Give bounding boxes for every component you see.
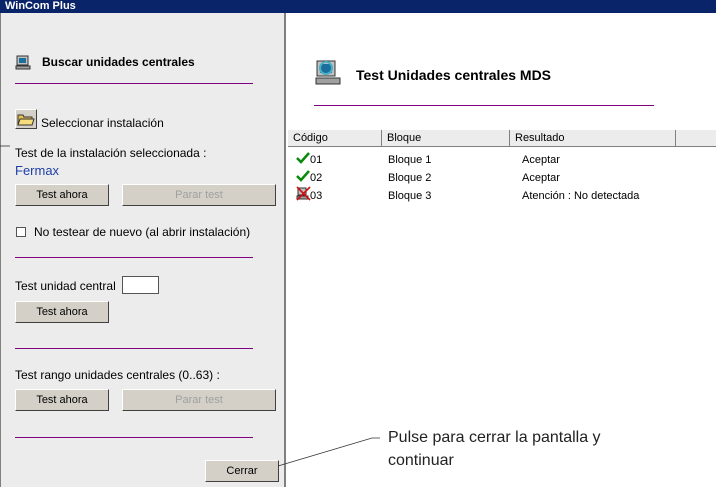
- annotation-line-2: continuar: [388, 452, 454, 469]
- column-header-empty: [676, 130, 716, 147]
- no-retest-checkbox[interactable]: [16, 227, 26, 237]
- divider: [15, 257, 253, 258]
- test-unit-input[interactable]: [122, 276, 159, 294]
- row-code: 01: [310, 154, 323, 166]
- stop-test-button[interactable]: Parar test: [122, 184, 276, 206]
- title-underline: [314, 105, 654, 106]
- test-range-now-button[interactable]: Test ahora: [15, 389, 109, 411]
- row-block: Bloque 2: [388, 172, 432, 184]
- test-range-label: Test rango unidades centrales (0..63) :: [15, 368, 220, 382]
- test-now-button[interactable]: Test ahora: [15, 184, 109, 206]
- divider: [15, 348, 253, 349]
- window-title: WinCom Plus: [5, 0, 76, 12]
- stop-range-test-button[interactable]: Parar test: [122, 389, 276, 411]
- row-result: Atención : No detectada: [522, 190, 640, 202]
- check-icon: [296, 169, 310, 186]
- title-bar: WinCom Plus: [0, 0, 716, 13]
- column-header-result[interactable]: Resultado: [510, 130, 676, 147]
- right-panel: Test Unidades centrales MDS Código Bloqu…: [288, 13, 716, 487]
- divider: [15, 83, 253, 84]
- left-panel: Buscar unidades centrales Seleccionar in…: [0, 13, 286, 487]
- computer-test-icon: [314, 58, 344, 91]
- row-block: Bloque 1: [388, 154, 432, 166]
- no-retest-label: No testear de nuevo (al abrir instalació…: [34, 225, 251, 239]
- divider: [15, 437, 253, 438]
- column-header-block[interactable]: Bloque: [382, 130, 510, 147]
- test-selected-label: Test de la instalación seleccionada :: [15, 146, 207, 160]
- test-unit-label: Test unidad central: [15, 279, 116, 293]
- row-block: Bloque 3: [388, 190, 432, 202]
- row-code: 03: [310, 190, 323, 202]
- annotation-line-1: Pulse para cerrar la pantalla y: [388, 429, 601, 446]
- installation-name: Fermax: [15, 163, 60, 178]
- error-icon: [296, 186, 311, 204]
- test-unit-now-button[interactable]: Test ahora: [15, 301, 109, 323]
- row-result: Aceptar: [522, 154, 560, 166]
- check-icon: [296, 151, 310, 168]
- column-header-code[interactable]: Código: [288, 130, 382, 147]
- close-button[interactable]: Cerrar: [205, 460, 279, 482]
- open-folder-icon[interactable]: [15, 109, 37, 129]
- row-result: Aceptar: [522, 172, 560, 184]
- select-installation-label[interactable]: Seleccionar instalación: [41, 116, 164, 130]
- search-title: Buscar unidades centrales: [42, 55, 195, 69]
- row-code: 02: [310, 172, 323, 184]
- computer-search-icon: [15, 55, 31, 74]
- page-title: Test Unidades centrales MDS: [356, 67, 552, 83]
